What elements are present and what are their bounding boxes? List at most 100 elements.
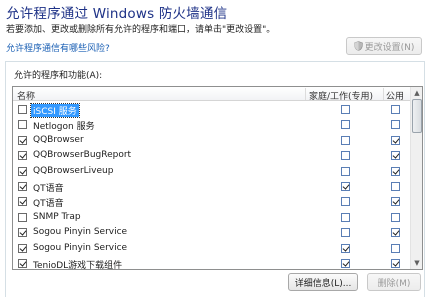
public-network-checkbox[interactable] [391, 258, 400, 268]
checkbox-box [341, 243, 350, 253]
public-network-checkbox[interactable] [391, 120, 400, 130]
home-network-checkbox[interactable] [341, 166, 350, 176]
home-network-checkbox[interactable] [341, 181, 350, 191]
program-row[interactable]: QQBrowserBugReport [13, 148, 411, 163]
checkbox-box [18, 120, 27, 130]
checkbox-box [341, 120, 350, 130]
program-row[interactable]: Netlogon 服务 [13, 117, 411, 132]
scrollbar-thumb[interactable] [412, 99, 422, 133]
details-button[interactable]: 详细信息(L)... [288, 273, 358, 291]
home-network-checkbox[interactable] [341, 120, 350, 130]
public-network-checkbox[interactable] [391, 181, 400, 191]
page-title: 允许程序通过 Windows 防火墙通信 [6, 6, 228, 22]
checkbox-box [18, 105, 27, 114]
checkbox-box [391, 243, 400, 253]
public-network-checkbox[interactable] [391, 151, 400, 161]
public-network-checkbox[interactable] [391, 105, 400, 114]
program-row[interactable]: Sogou Pinyin Service [13, 241, 411, 256]
public-network-checkbox[interactable] [391, 243, 400, 253]
checkbox-box [18, 135, 27, 145]
checkbox-box [18, 151, 27, 161]
delete-button[interactable]: 删除(M) [367, 273, 421, 291]
public-network-checkbox[interactable] [391, 228, 400, 238]
scroll-down-arrow-icon[interactable]: ▼ [412, 258, 422, 268]
uac-shield-icon [353, 41, 363, 51]
program-name: Netlogon 服务 [33, 122, 95, 133]
checkbox-box [391, 105, 400, 114]
checkbox-box [341, 135, 350, 145]
home-network-checkbox[interactable] [341, 151, 350, 161]
checkbox-box [341, 166, 350, 176]
program-row[interactable]: QT语音 [13, 194, 411, 209]
checkbox-box [341, 228, 350, 238]
public-network-checkbox[interactable] [391, 166, 400, 176]
column-divider[interactable] [383, 88, 384, 100]
public-network-checkbox[interactable] [391, 212, 400, 222]
program-row[interactable]: Sogou Pinyin Service [13, 225, 411, 240]
program-row[interactable]: QQBrowserLiveup [13, 164, 411, 179]
checkbox-box [391, 135, 400, 145]
column-divider[interactable] [305, 88, 306, 100]
program-name: Sogou Pinyin Service [33, 227, 128, 238]
checkbox-box [18, 212, 27, 222]
checkbox-box [341, 181, 350, 191]
program-row[interactable]: SNMP Trap [13, 210, 411, 225]
program-enabled-checkbox[interactable] [18, 135, 27, 145]
risk-info-link[interactable]: 允许程序通信有哪些风险? [6, 41, 110, 54]
program-enabled-checkbox[interactable] [18, 105, 27, 114]
checkbox-box [18, 197, 27, 207]
home-network-checkbox[interactable] [341, 258, 350, 268]
program-name: Sogou Pinyin Service [33, 242, 128, 253]
checkbox-box [341, 151, 350, 161]
program-name: iSCSI 服务 [30, 103, 80, 118]
page-description: 若要添加、更改或删除所有允许的程序和端口，请单击"更改设置"。 [6, 25, 276, 35]
checkbox-box [391, 181, 400, 191]
checkbox-box [391, 120, 400, 130]
programs-list[interactable]: 名称 家庭/工作(专用) 公用 iSCSI 服务 Netlogon 服务 QQBro… [12, 86, 423, 270]
home-network-checkbox[interactable] [341, 197, 350, 207]
vertical-scrollbar[interactable]: ▲ ▼ [410, 87, 422, 269]
program-enabled-checkbox[interactable] [18, 151, 27, 161]
program-enabled-checkbox[interactable] [18, 243, 27, 253]
program-name: QQBrowser [33, 134, 84, 145]
home-network-checkbox[interactable] [341, 135, 350, 145]
program-name: SNMP Trap [33, 211, 81, 222]
column-header-home[interactable]: 家庭/工作(专用) [309, 89, 373, 102]
public-network-checkbox[interactable] [391, 197, 400, 207]
program-enabled-checkbox[interactable] [18, 212, 27, 222]
home-network-checkbox[interactable] [341, 243, 350, 253]
checkbox-box [18, 166, 27, 176]
checkbox-box [18, 243, 27, 253]
checkbox-box [391, 197, 400, 207]
program-name: QQBrowserBugReport [33, 150, 132, 161]
program-enabled-checkbox[interactable] [18, 258, 27, 268]
home-network-checkbox[interactable] [341, 212, 350, 222]
checkbox-box [341, 258, 350, 268]
list-header: 名称 家庭/工作(专用) 公用 [13, 87, 411, 102]
home-network-checkbox[interactable] [341, 228, 350, 238]
public-network-checkbox[interactable] [391, 135, 400, 145]
checkbox-box [341, 197, 350, 207]
program-enabled-checkbox[interactable] [18, 197, 27, 207]
scroll-up-arrow-icon[interactable]: ▲ [412, 88, 422, 98]
program-enabled-checkbox[interactable] [18, 166, 27, 176]
column-header-public[interactable]: 公用 [386, 89, 404, 102]
program-enabled-checkbox[interactable] [18, 228, 27, 238]
column-header-name[interactable]: 名称 [17, 89, 35, 102]
program-enabled-checkbox[interactable] [18, 181, 27, 191]
checkbox-box [391, 151, 400, 161]
checkbox-box [18, 258, 27, 268]
program-row[interactable]: QQBrowser [13, 133, 411, 148]
checkbox-box [341, 105, 350, 114]
checkbox-box [341, 212, 350, 222]
home-network-checkbox[interactable] [341, 105, 350, 114]
program-name: QT语音 [33, 183, 64, 194]
program-row[interactable]: QT语音 [13, 179, 411, 194]
program-enabled-checkbox[interactable] [18, 120, 27, 130]
program-rows: iSCSI 服务 Netlogon 服务 QQBrowser QQBrowserBug… [13, 102, 411, 269]
checkbox-box [391, 228, 400, 238]
program-name: QT语音 [33, 199, 64, 210]
program-row[interactable]: TenioDL游戏下载组件 [13, 256, 411, 269]
program-row[interactable]: iSCSI 服务 [13, 102, 411, 118]
change-settings-button[interactable]: 更改设置(N) [346, 37, 422, 55]
